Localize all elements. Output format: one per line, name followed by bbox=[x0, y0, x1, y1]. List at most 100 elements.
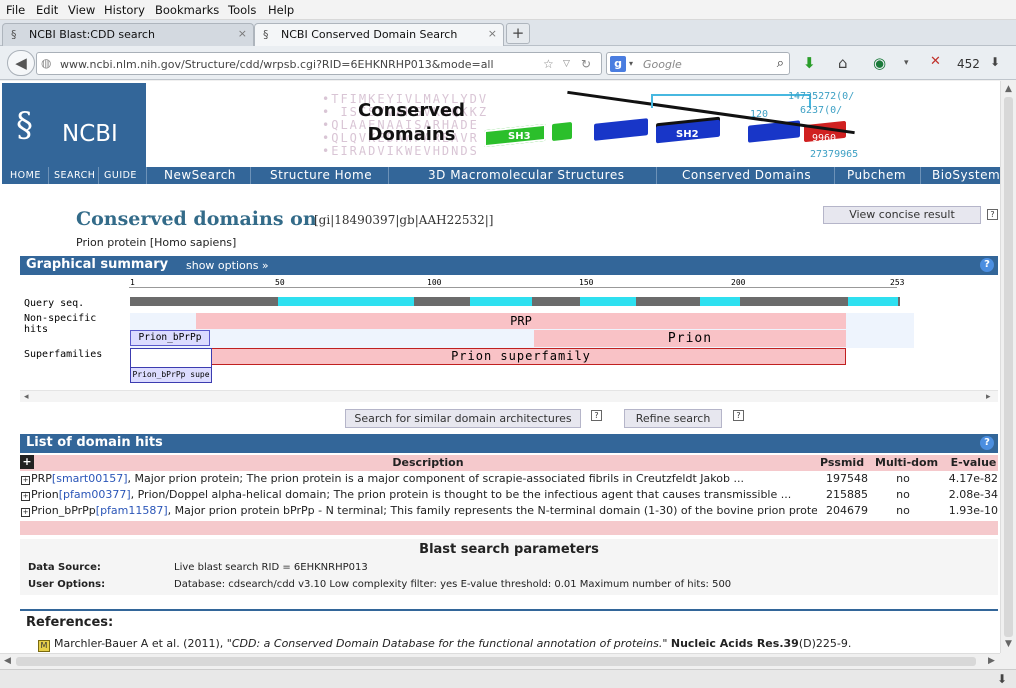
bookmark-star-icon[interactable]: ☆ bbox=[543, 57, 554, 71]
help-icon[interactable]: ? bbox=[733, 410, 744, 421]
query-identifier[interactable]: [gi|18490397|gb|AAH22532|] bbox=[314, 213, 493, 227]
menu-tools[interactable]: Tools bbox=[228, 3, 256, 17]
reload-icon[interactable]: ↻ bbox=[581, 57, 591, 71]
table-row[interactable]: + Prion_bPrPp[pfam11587], Major prion pro… bbox=[20, 503, 998, 519]
home-icon[interactable]: ⌂ bbox=[838, 54, 848, 72]
graph-addon-icon[interactable]: ✕ bbox=[930, 54, 941, 69]
prion-bprpp-bar[interactable]: Prion_bPrPp bbox=[130, 330, 210, 346]
page-vertical-scrollbar[interactable]: ▲ ▼ bbox=[1000, 81, 1016, 653]
page-title: Conserved domains on bbox=[76, 208, 317, 230]
nav-structure-home[interactable]: Structure Home bbox=[270, 168, 372, 182]
banner-title: Conserved Domains bbox=[358, 100, 466, 145]
downloads-button-icon[interactable]: ⬇ bbox=[990, 55, 1000, 69]
help-icon[interactable]: ? bbox=[591, 410, 602, 421]
references-title: References: bbox=[26, 615, 114, 630]
nav-biosystems[interactable]: BioSystems bbox=[932, 168, 1000, 182]
close-tab-icon[interactable]: × bbox=[488, 27, 497, 40]
page-content: § NCBI •TFIMKEYIVLMAYLYDV • ISCSVVAHGVKAQ… bbox=[0, 81, 1000, 653]
google-engine-icon[interactable]: g bbox=[610, 56, 626, 72]
sh3-label: SH3 bbox=[508, 131, 531, 142]
data-source-value: Live blast search RID = 6EHKNRHP013 bbox=[174, 562, 368, 573]
view-concise-result-button[interactable]: View concise result bbox=[823, 206, 981, 224]
search-box[interactable]: g ▾ Google ⌕ bbox=[606, 52, 790, 75]
query-segment bbox=[580, 297, 636, 306]
prion-superfamily-bar[interactable]: Prion superfamily bbox=[196, 348, 846, 365]
expand-row-icon[interactable]: + bbox=[21, 492, 30, 501]
hit-name[interactable]: Prion_bPrPp bbox=[31, 504, 96, 517]
ncbi-logo[interactable]: § NCBI bbox=[2, 83, 146, 167]
scroll-down-icon[interactable]: ▼ bbox=[1005, 639, 1012, 649]
nav-pubchem[interactable]: Pubchem bbox=[847, 168, 906, 182]
blue-domain-shape bbox=[594, 118, 648, 141]
help-icon[interactable]: ? bbox=[987, 209, 998, 220]
nav-home[interactable]: HOME bbox=[10, 170, 41, 181]
back-button[interactable]: ◀ bbox=[7, 50, 35, 76]
dropdown-icon[interactable]: ▽ bbox=[563, 59, 570, 69]
scroll-right-icon[interactable]: ▶ bbox=[988, 656, 995, 666]
pubmed-icon[interactable]: M bbox=[38, 640, 50, 652]
nav-new-search[interactable]: NewSearch bbox=[164, 168, 236, 182]
scroll-thumb[interactable] bbox=[1004, 97, 1013, 637]
hit-accession-link[interactable]: [pfam11587] bbox=[96, 504, 168, 517]
table-row[interactable]: + PRP[smart00157], Major prion protein; T… bbox=[20, 471, 998, 487]
search-similar-architectures-button[interactable]: Search for similar domain architectures bbox=[345, 409, 581, 428]
refine-search-button[interactable]: Refine search bbox=[624, 409, 722, 428]
url-bar[interactable]: ◍ www.ncbi.nlm.nih.gov/Structure/cdd/wrp… bbox=[36, 52, 602, 75]
nav-guide[interactable]: GUIDE bbox=[104, 170, 137, 181]
url-text: www.ncbi.nlm.nih.gov/Structure/cdd/wrpsb… bbox=[60, 58, 494, 71]
domain-hits-header: List of domain hits ? bbox=[20, 434, 998, 453]
col-multidom[interactable]: Multi-dom bbox=[875, 455, 945, 470]
tab-conserved-domain-search[interactable]: § NCBI Conserved Domain Search × bbox=[254, 23, 504, 47]
tab-blast-cdd-search[interactable]: § NCBI Blast:CDD search × bbox=[2, 23, 254, 46]
scroll-left-icon[interactable]: ◀ bbox=[4, 656, 11, 666]
menu-file[interactable]: File bbox=[6, 3, 25, 17]
addon-dropdown-icon[interactable]: ▾ bbox=[904, 58, 909, 68]
nav-3d-structures[interactable]: 3D Macromolecular Structures bbox=[428, 168, 624, 182]
download-icon[interactable]: ⬇ bbox=[803, 54, 816, 72]
hit-pssmid: 215885 bbox=[826, 488, 868, 501]
col-pssmid[interactable]: Pssmid bbox=[820, 455, 868, 470]
scroll-thumb[interactable] bbox=[16, 657, 976, 666]
ruler-line bbox=[129, 287, 897, 288]
graphic-horizontal-scrollbar[interactable]: ◂ ▸ bbox=[20, 390, 998, 402]
col-description[interactable]: Description bbox=[40, 455, 816, 470]
hit-description: + PRP[smart00157], Major prion protein; T… bbox=[21, 471, 817, 486]
prion-domain-bar[interactable]: Prion bbox=[534, 330, 846, 347]
menu-edit[interactable]: Edit bbox=[36, 3, 58, 17]
prion-bprpp-super-bar[interactable]: Prion_bPrPp supe bbox=[130, 367, 212, 383]
new-tab-button[interactable]: + bbox=[506, 23, 530, 44]
data-source-label: Data Source: bbox=[28, 562, 101, 573]
menu-view[interactable]: View bbox=[68, 3, 95, 17]
addon-count: 452 bbox=[957, 57, 980, 71]
engine-dropdown-icon[interactable]: ▾ bbox=[629, 59, 633, 68]
page-horizontal-scrollbar[interactable]: ◀ ▶ bbox=[0, 653, 1000, 669]
addon-globe-icon[interactable]: ◉ bbox=[873, 54, 886, 72]
scroll-left-icon[interactable]: ◂ bbox=[24, 392, 29, 402]
reference-authors: Marchler-Bauer A et al. (2011), bbox=[54, 637, 224, 650]
nav-conserved-domains[interactable]: Conserved Domains bbox=[682, 168, 811, 182]
search-icon[interactable]: ⌕ bbox=[777, 56, 784, 71]
scroll-right-icon[interactable]: ▸ bbox=[986, 392, 991, 402]
hit-name[interactable]: PRP bbox=[31, 472, 52, 485]
prp-domain-bar[interactable]: PRP bbox=[196, 313, 846, 329]
expand-row-icon[interactable]: + bbox=[21, 508, 30, 517]
menu-bookmarks[interactable]: Bookmarks bbox=[155, 3, 219, 17]
menu-help[interactable]: Help bbox=[268, 3, 294, 17]
ruler-tick: 1 bbox=[130, 278, 135, 287]
expand-row-icon[interactable]: + bbox=[21, 476, 30, 485]
hit-accession-link[interactable]: [pfam00377] bbox=[59, 488, 131, 501]
scroll-up-icon[interactable]: ▲ bbox=[1005, 84, 1012, 94]
downloads-status-icon[interactable]: ⬇ bbox=[997, 672, 1007, 686]
table-row[interactable]: + Prion[pfam00377], Prion/Doppel alpha-he… bbox=[20, 487, 998, 503]
menu-history[interactable]: History bbox=[104, 3, 145, 17]
col-evalue[interactable]: E-value bbox=[949, 455, 998, 470]
show-options-link[interactable]: show options » bbox=[186, 259, 269, 272]
hit-accession-link[interactable]: [smart00157] bbox=[52, 472, 128, 485]
nav-search[interactable]: SEARCH bbox=[54, 170, 95, 181]
help-icon[interactable]: ? bbox=[980, 436, 994, 450]
expand-all-icon[interactable]: + bbox=[20, 455, 34, 469]
hit-name[interactable]: Prion bbox=[31, 488, 59, 501]
help-icon[interactable]: ? bbox=[980, 258, 994, 272]
close-tab-icon[interactable]: × bbox=[238, 27, 247, 40]
reference-article-link[interactable]: "CDD: a Conserved Domain Database for th… bbox=[227, 637, 668, 650]
